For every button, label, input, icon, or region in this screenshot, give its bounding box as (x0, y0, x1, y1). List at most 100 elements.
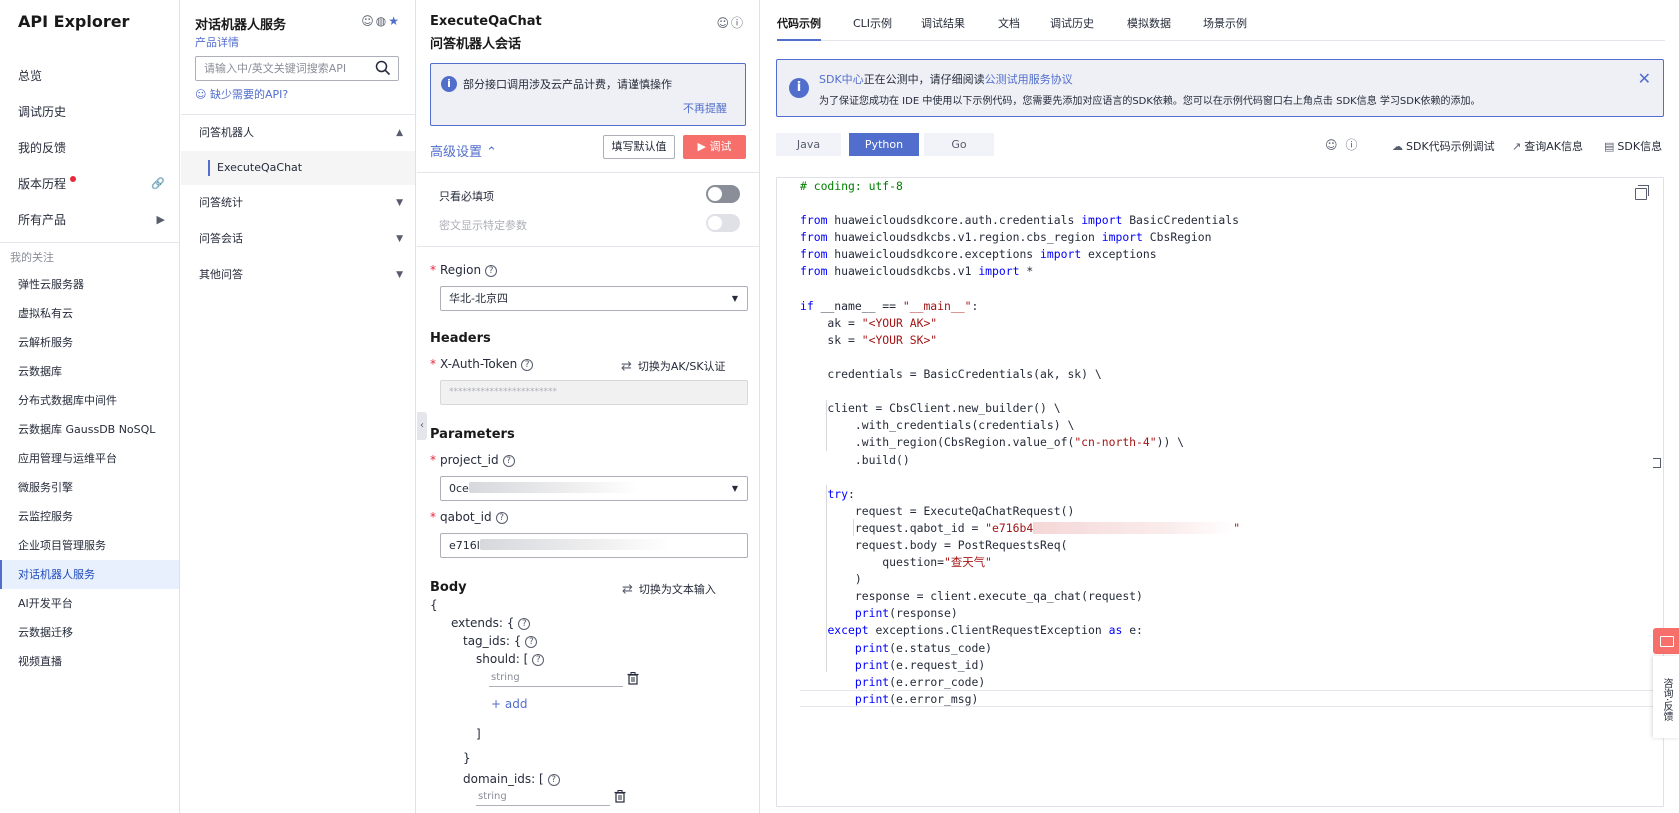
service-panel: 对话机器人服务 ☺◍★ 产品详情 ☺ 缺少需要的API? 问答机器人▲ Exec… (181, 0, 416, 813)
search-icon[interactable] (375, 60, 391, 76)
tab-debug-result[interactable]: 调试结果 (921, 0, 965, 41)
redacted-value (468, 482, 639, 493)
tab-code-example[interactable]: 代码示例 (777, 0, 821, 41)
qabot-id-input[interactable]: e716l (440, 533, 748, 558)
token-input[interactable]: ************************ (440, 380, 748, 405)
follow-item-live[interactable]: 视频直播 (0, 647, 179, 676)
scroll-indicator[interactable] (1653, 458, 1661, 468)
fill-default-button[interactable]: 填写默认值 (603, 135, 675, 159)
follow-item-modelarts[interactable]: AI开发平台 (0, 589, 179, 618)
lang-tab-go[interactable]: Go (924, 133, 994, 156)
help-icon[interactable]: ? (495, 512, 508, 524)
domain-string-input[interactable]: string (476, 790, 610, 806)
tab-mock-data[interactable]: 模拟数据 (1127, 0, 1171, 41)
should-string-input[interactable]: string (489, 671, 623, 687)
help-icon[interactable]: ? (547, 774, 560, 786)
help-icon[interactable]: ⓘ (1346, 138, 1366, 152)
info-icon: i (789, 78, 809, 98)
follow-item-dns[interactable]: 云解析服务 (0, 328, 179, 357)
nav-divider (0, 242, 179, 243)
trash-icon[interactable] (627, 672, 639, 685)
nav-item-overview[interactable]: 总览 (0, 58, 179, 94)
should-label: should: [? (476, 652, 545, 666)
caret-down-icon: ▼ (396, 234, 403, 244)
follow-item-rds[interactable]: 云数据库 (0, 357, 179, 386)
beta-agreement-link[interactable]: 公测试用服务协议 (985, 73, 1073, 86)
copy-icon[interactable] (1635, 185, 1649, 200)
collapse-panel-handle[interactable]: ‹ (417, 412, 427, 440)
chevron-up-icon: ⌃ (486, 145, 498, 160)
only-required-toggle[interactable] (706, 185, 740, 203)
lang-tab-python[interactable]: Python (849, 133, 919, 156)
api-group-qa-stats[interactable]: 问答统计 ▼ (181, 185, 415, 221)
tab-cli-example[interactable]: CLI示例 (853, 0, 892, 41)
follow-item-ces[interactable]: 云监控服务 (0, 502, 179, 531)
code-panel: 代码示例 CLI示例 调试结果 文档 调试历史 模拟数据 场景示例 i SDK中… (761, 0, 1679, 813)
chat-icon[interactable] (1653, 628, 1679, 654)
project-id-select[interactable]: 0ce ▼ (440, 476, 748, 501)
advanced-settings-toggle[interactable]: 高级设置 ⌃ (430, 141, 497, 160)
globe-icon[interactable]: ◍ (376, 14, 388, 28)
follow-item-cbs[interactable]: 对话机器人服务 (0, 560, 179, 589)
nav-item-debug-history[interactable]: 调试历史 (0, 94, 179, 130)
smile-icon[interactable]: ☺ (716, 16, 731, 30)
api-group-other-qa[interactable]: 其他问答 ▼ (181, 257, 415, 293)
trash-icon[interactable] (614, 790, 626, 803)
missing-api-link[interactable]: ☺ 缺少需要的API? (195, 86, 288, 102)
lang-tab-java[interactable]: Java (776, 133, 841, 156)
add-should-item-button[interactable]: + add (491, 697, 527, 711)
switch-text-input-link[interactable]: ⇄ 切换为文本输入 (622, 581, 716, 597)
close-icon[interactable]: ✕ (1638, 69, 1651, 88)
follow-item-gaussdb-nosql[interactable]: 云数据库 GaussDB NoSQL (0, 415, 179, 444)
sdk-debug-tool[interactable]: ☁ SDK代码示例调试 (1392, 138, 1495, 154)
help-icon[interactable]: ? (518, 618, 531, 630)
redacted-value (479, 539, 670, 550)
nav-item-all-products[interactable]: 所有产品 ▶ (0, 202, 179, 238)
feedback-float[interactable]: 咨询·反馈 (1653, 628, 1679, 738)
feedback-label[interactable]: 咨询·反馈 (1653, 656, 1679, 738)
help-icon[interactable]: ? (521, 359, 534, 371)
left-nav: API Explorer 总览 调试历史 我的反馈 版本历程 🔗 所有产品 ▶ 我的… (0, 0, 180, 813)
api-group-qabot[interactable]: 问答机器人 ▲ (181, 115, 415, 151)
show-specific-toggle[interactable] (706, 214, 740, 232)
follow-item-aom[interactable]: 应用管理与运维平台 (0, 444, 179, 473)
tab-scenario-example[interactable]: 场景示例 (1203, 0, 1247, 41)
smile-icon[interactable]: ☺ (1325, 138, 1346, 152)
dismiss-notice-link[interactable]: 不再提醒 (683, 100, 727, 116)
tab-docs[interactable]: 文档 (998, 0, 1020, 41)
api-group-qa-session[interactable]: 问答会话 ▼ (181, 221, 415, 257)
region-select[interactable]: 华北-北京四 ▼ (440, 286, 748, 311)
brand-title[interactable]: API Explorer (18, 12, 129, 31)
follow-item-ecs[interactable]: 弹性云服务器 (0, 270, 179, 299)
help-icon[interactable]: ? (525, 636, 538, 648)
product-detail-link[interactable]: 产品详情 (195, 34, 239, 50)
help-icon[interactable]: ⓘ (731, 16, 745, 30)
follow-item-eps[interactable]: 企业项目管理服务 (0, 531, 179, 560)
smile-icon[interactable]: ☺ (361, 14, 376, 28)
follow-item-ddm[interactable]: 分布式数据库中间件 (0, 386, 179, 415)
help-icon[interactable]: ? (532, 654, 545, 666)
region-label: * Region? (430, 263, 498, 277)
api-group-list: 问答机器人 ▲ ExecuteQaChat 问答统计 ▼ 问答会话 ▼ 其他问答 ▼ (181, 114, 415, 293)
info-icon: i (441, 76, 457, 92)
follow-item-cdm[interactable]: 云数据迁移 (0, 618, 179, 647)
api-item-executeqachat[interactable]: ExecuteQaChat (181, 151, 415, 185)
switch-aksk-link[interactable]: ⇄ 切换为AK/SK认证 (621, 358, 726, 374)
cloud-icon: ☁ (1392, 140, 1403, 153)
sdk-info-tool[interactable]: ▤ SDK信息 (1604, 138, 1662, 154)
debug-button[interactable]: ▶ 调试 (683, 135, 746, 159)
follow-item-cse[interactable]: 微服务引擎 (0, 473, 179, 502)
nav-item-my-feedback[interactable]: 我的反馈 (0, 130, 179, 166)
query-ak-tool[interactable]: ↗ 查询AK信息 (1512, 138, 1583, 154)
nav-item-version-history[interactable]: 版本历程 🔗 (0, 166, 179, 202)
code-editor[interactable]: # coding: utf-8 from huaweicloudsdkcore.… (776, 177, 1664, 807)
sdk-center-link[interactable]: SDK中心 (819, 73, 864, 86)
redacted-value (1033, 521, 1234, 534)
tab-debug-history[interactable]: 调试历史 (1050, 0, 1094, 41)
help-icon[interactable]: ? (485, 265, 498, 277)
api-search-input[interactable] (196, 57, 366, 80)
star-icon[interactable]: ★ (388, 14, 401, 28)
help-icon[interactable]: ? (502, 455, 515, 467)
divider (417, 246, 759, 247)
follow-item-vpc[interactable]: 虚拟私有云 (0, 299, 179, 328)
